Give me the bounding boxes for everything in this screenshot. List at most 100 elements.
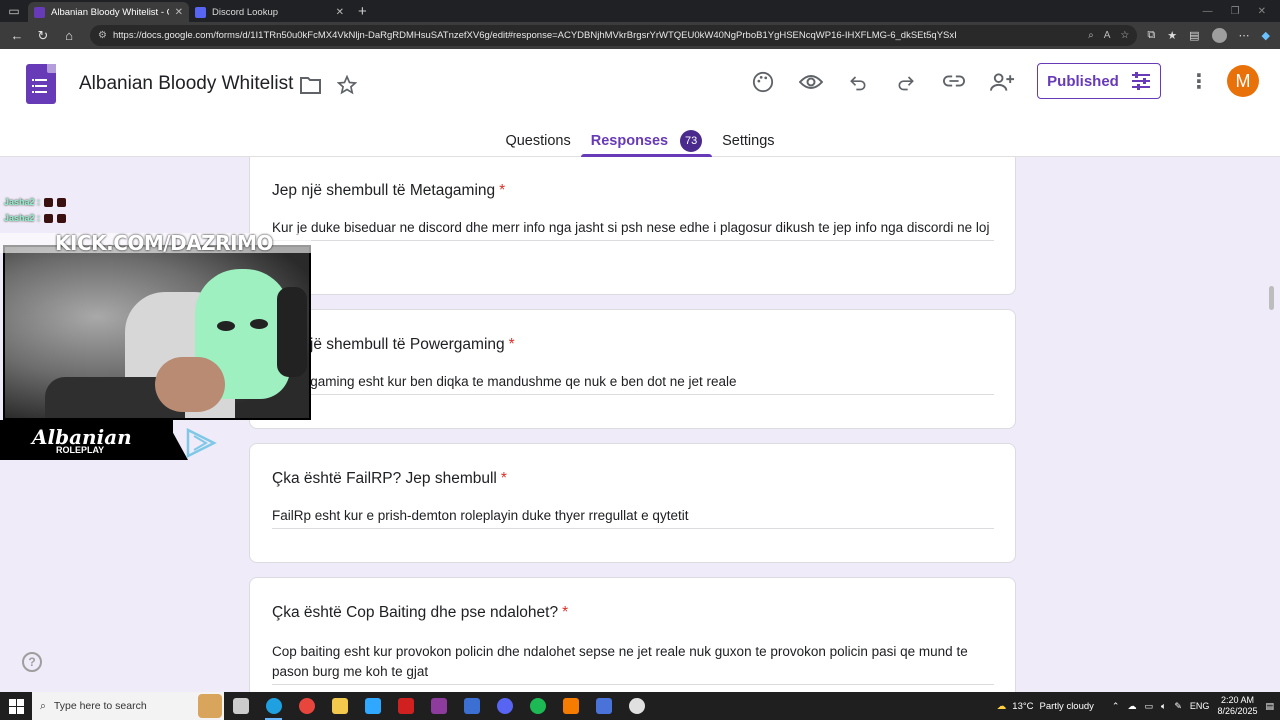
kick-logo-icon [186, 428, 217, 458]
site-info-icon[interactable]: ⚙ [98, 30, 107, 41]
emote-icon [57, 213, 67, 223]
browser-tab-discord-lookup[interactable]: Discord Lookup ✕ [189, 2, 350, 22]
brand-subtitle: ROLEPLAY [56, 445, 105, 455]
add-collaborators-icon[interactable] [990, 71, 1015, 93]
question-title: Çka është Cop Baiting dhe pse ndalohet? * [272, 604, 568, 622]
browser-tab-forms[interactable]: Albanian Bloody Whitelist - Goog ✕ [28, 2, 189, 22]
cloud-icon[interactable]: ☁ [1127, 701, 1136, 712]
profile-avatar[interactable] [1211, 28, 1227, 43]
browser-tabbar: ▭ Albanian Bloody Whitelist - Goog ✕ Dis… [0, 0, 1280, 22]
responses-count-badge: 73 [680, 130, 703, 152]
taskbar-app-file-explorer[interactable] [323, 692, 356, 720]
form-tabs: Questions Responses 73 Settings [0, 125, 1280, 157]
question-card: Çka është Cop Baiting dhe pse ndalohet? *… [249, 577, 1016, 692]
close-window-icon[interactable]: ✕ [1258, 6, 1266, 17]
taskbar-app-app-blue[interactable] [455, 692, 488, 720]
chat-message: Jasha2 : [4, 197, 67, 207]
taskbar-app-edge[interactable] [257, 692, 290, 720]
google-forms-logo-icon[interactable] [26, 64, 56, 104]
more-menu-icon[interactable]: ⋯ [1239, 29, 1250, 42]
network-icon[interactable]: ▭ [1144, 701, 1153, 712]
move-to-folder-icon[interactable] [300, 76, 321, 94]
page-scrollbar[interactable] [1269, 286, 1274, 310]
taskbar-app-task-view[interactable] [224, 692, 257, 720]
question-title: Çka është FailRP? Jep shembull * [272, 470, 507, 488]
app-circle-icon [628, 698, 645, 714]
browser-toolbar: ← ↻ ⌂ ⚙ https://docs.google.com/forms/d/… [0, 22, 1280, 49]
answer-text: Powergaming esht kur ben diqka te mandus… [272, 372, 994, 395]
required-mark: * [562, 604, 569, 621]
question-title: Jep një shembull të Metagaming * [272, 182, 505, 200]
forms-header: Albanian Bloody Whitelist Published ⋮ M … [0, 49, 1280, 157]
copilot-icon[interactable]: ◆ [1262, 29, 1270, 42]
question-text: Çka është Cop Baiting dhe pse ndalohet? [272, 604, 559, 621]
more-options-icon[interactable]: ⋮ [1189, 69, 1209, 94]
taskbar-app-discord[interactable] [488, 692, 521, 720]
taskbar-app-app-red[interactable] [389, 692, 422, 720]
customize-theme-icon[interactable] [752, 71, 774, 93]
back-icon[interactable]: ← [6, 28, 28, 43]
favorites-icon[interactable]: ★ [1167, 29, 1177, 42]
taskbar-app-app-install[interactable] [587, 692, 620, 720]
taskbar-app-spotify[interactable] [521, 692, 554, 720]
published-button[interactable]: Published [1037, 63, 1161, 99]
spotify-icon [529, 698, 546, 714]
reload-icon[interactable]: ↻ [32, 28, 54, 44]
preview-eye-icon[interactable] [799, 73, 823, 91]
star-icon[interactable] [337, 75, 357, 95]
volume-icon[interactable]: 🔈︎ [1161, 701, 1166, 712]
favorite-star-icon[interactable]: ☆ [1120, 30, 1129, 41]
taskbar-app-photoshop[interactable] [356, 692, 389, 720]
language-indicator[interactable]: ENG [1190, 701, 1210, 711]
notifications-icon[interactable]: ▤ [1265, 701, 1274, 712]
home-icon[interactable]: ⌂ [58, 28, 80, 43]
weather-widget[interactable]: ☁ 13°C Partly cloudy [997, 701, 1094, 712]
copy-link-icon[interactable] [943, 74, 965, 88]
tab-title: Discord Lookup [212, 6, 279, 18]
tab-questions[interactable]: Questions [495, 125, 580, 157]
show-hidden-icons-icon[interactable]: ⌃ [1112, 701, 1120, 712]
tab-settings[interactable]: Settings [712, 125, 784, 157]
minimize-icon[interactable]: — [1203, 6, 1213, 17]
emote-icon [57, 197, 67, 207]
address-bar[interactable]: ⚙ https://docs.google.com/forms/d/1I1TRn… [90, 25, 1138, 46]
tab-close-icon[interactable]: ✕ [175, 7, 183, 18]
photoshop-icon [364, 698, 381, 714]
published-label: Published [1047, 72, 1119, 90]
taskbar-app-chrome[interactable] [290, 692, 323, 720]
account-avatar[interactable]: M [1227, 65, 1259, 97]
zoom-icon[interactable]: ⌕ [1088, 30, 1094, 41]
winrar-icon [430, 698, 447, 714]
tab-close-icon[interactable]: ✕ [336, 7, 344, 18]
taskbar-search-input[interactable]: ⌕ Type here to search [32, 692, 224, 720]
weather-text: Partly cloudy [1039, 700, 1094, 712]
read-aloud-icon[interactable]: A [1104, 30, 1111, 41]
tab-responses[interactable]: Responses 73 [580, 125, 713, 157]
answer-text: FailRp esht kur e prish-demton roleplayi… [272, 506, 994, 529]
taskbar-app-winrar[interactable] [422, 692, 455, 720]
collections-icon[interactable]: ▤ [1189, 29, 1199, 42]
start-button[interactable] [0, 692, 32, 720]
emote-icon [44, 213, 54, 223]
taskbar-app-app-orange[interactable] [554, 692, 587, 720]
discord-icon [496, 698, 513, 714]
required-mark: * [500, 470, 507, 487]
clock[interactable]: 2:20 AM 8/26/2025 [1217, 695, 1257, 717]
edge-icon [265, 698, 282, 714]
undo-icon[interactable] [848, 72, 868, 92]
redo-icon[interactable] [896, 72, 916, 92]
taskbar-app-app-circle[interactable] [620, 692, 653, 720]
restore-icon[interactable]: ❐ [1231, 6, 1240, 17]
question-card: Çka është FailRP? Jep shembull * FailRp e… [249, 443, 1016, 563]
window-menu-icon[interactable]: ▭ [0, 0, 28, 22]
new-tab-icon[interactable]: + [350, 3, 375, 20]
help-icon[interactable]: ? [22, 652, 42, 672]
publish-settings-icon [1131, 72, 1150, 90]
answer-text: Kur je duke biseduar ne discord dhe merr… [272, 218, 994, 241]
search-placeholder: Type here to search [53, 700, 147, 712]
search-icon: ⌕ [40, 699, 46, 712]
form-title[interactable]: Albanian Bloody Whitelist [79, 73, 293, 95]
pen-icon[interactable]: ✎ [1174, 701, 1182, 712]
extensions-icon[interactable]: ⧉ [1147, 29, 1155, 42]
kick-channel-banner: KICK.COM/DAZRIMO [0, 233, 311, 253]
